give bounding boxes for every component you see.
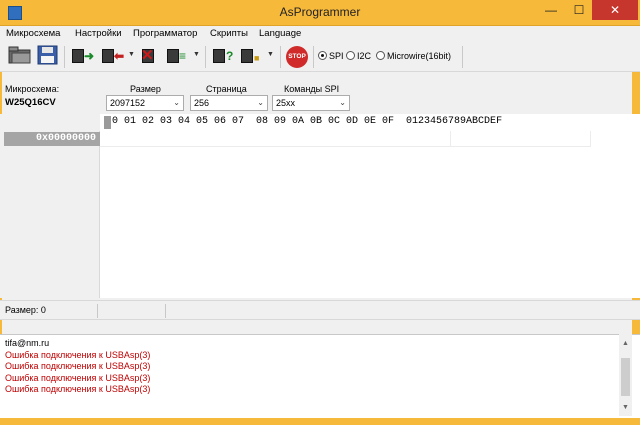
- radio-dot: [318, 51, 327, 60]
- question-icon: ?: [226, 49, 234, 63]
- toolbar-separator: [205, 46, 206, 68]
- chip-icon: [72, 49, 84, 63]
- menu-language[interactable]: Language: [259, 28, 301, 39]
- chip-icon: [167, 49, 179, 63]
- status-separator: [97, 304, 98, 318]
- minimize-button[interactable]: —: [538, 0, 564, 20]
- menu-settings[interactable]: Настройки: [75, 28, 122, 39]
- radio-microwire[interactable]: Microwire(16bit): [376, 51, 451, 61]
- chevron-down-icon: ▼: [267, 51, 274, 58]
- title-bar: AsProgrammer — ☐ ✕: [0, 0, 640, 26]
- menu-chip[interactable]: Микросхема: [6, 28, 60, 39]
- spi-commands-select[interactable]: 25xx ⌄: [272, 95, 350, 111]
- chip-icon: [213, 49, 225, 63]
- log-line: Ошибка подключения к USBAsp(3): [5, 361, 151, 371]
- menu-scripts[interactable]: Скрипты: [210, 28, 248, 39]
- chip-label: Микросхема:: [5, 84, 60, 94]
- chevron-down-icon: ⌄: [173, 98, 180, 107]
- toolbar-separator: [462, 46, 463, 68]
- chip-name: W25Q16CV: [5, 97, 56, 108]
- chip-icon: [241, 49, 253, 63]
- radio-label: Microwire(16bit): [387, 51, 452, 61]
- chevron-down-icon: ▼: [193, 51, 200, 58]
- radio-label: SPI: [329, 51, 344, 61]
- radio-dot: [376, 51, 385, 60]
- radio-label: I2C: [357, 51, 372, 61]
- save-button[interactable]: [37, 45, 59, 67]
- chevron-down-icon: ▼: [128, 51, 135, 58]
- size-value: 2097152: [110, 98, 146, 108]
- page-value: 256: [194, 98, 210, 108]
- hex-column-divider: [590, 131, 591, 147]
- page-label: Страница: [206, 84, 247, 94]
- toolbar: ➜ ⬅ ▼ ✕ ≡ ▼ ? ■ ▼ STOP SPI I2C Microwire…: [0, 42, 640, 72]
- menu-programmer[interactable]: Программатор: [133, 28, 197, 39]
- arrow-left-icon: ⬅: [114, 49, 125, 63]
- erase-chip-button[interactable]: ✕: [138, 45, 162, 67]
- size-select[interactable]: 2097152 ⌄: [106, 95, 184, 111]
- hex-address-cell[interactable]: 0x00000000: [4, 132, 100, 146]
- hex-header-corner: [0, 114, 100, 131]
- status-separator: [165, 304, 166, 318]
- erase-x-icon: ✕: [141, 47, 154, 64]
- chip-icon: [102, 49, 114, 63]
- log-line: Ошибка подключения к USBAsp(3): [5, 384, 151, 394]
- radio-dot: [346, 51, 355, 60]
- toolbar-separator: [64, 46, 65, 68]
- page-select[interactable]: 256 ⌄: [190, 95, 268, 111]
- toolbar-separator: [313, 46, 314, 68]
- log-line: Ошибка подключения к USBAsp(3): [5, 349, 151, 360]
- lock-chip-button[interactable]: ■ ▼: [239, 45, 277, 67]
- spi-commands-label: Команды SPI: [284, 84, 340, 94]
- size-label: Размер: [130, 84, 161, 94]
- open-button[interactable]: [8, 45, 34, 67]
- log-scrollbar[interactable]: ▲ ▼: [619, 334, 632, 416]
- chevron-down-icon: ⌄: [257, 98, 264, 107]
- radio-spi[interactable]: SPI: [318, 51, 344, 61]
- radio-i2c[interactable]: I2C: [346, 51, 371, 61]
- hex-address-column: [0, 131, 100, 298]
- status-bar: Размер: 0: [0, 300, 640, 320]
- spi-commands-value: 25xx: [276, 98, 296, 108]
- chevron-down-icon: ⌄: [339, 98, 346, 107]
- hex-column-divider: [450, 131, 451, 147]
- stop-button[interactable]: STOP: [286, 46, 308, 68]
- hex-row-divider: [100, 146, 590, 147]
- hex-column-header: 0 01 02 03 04 05 06 07 08 09 0A 0B 0C 0D…: [100, 114, 640, 131]
- lock-icon: ■: [254, 53, 260, 63]
- status-size: Размер: 0: [5, 305, 46, 315]
- arrow-right-icon: ➜: [84, 49, 95, 63]
- menu-bar: Микросхема Настройки Программатор Скрипт…: [0, 26, 640, 42]
- hex-cursor: [104, 116, 111, 129]
- scroll-down-icon[interactable]: ▼: [622, 404, 629, 411]
- write-chip-button[interactable]: ⬅ ▼: [100, 45, 136, 67]
- folder-open-icon: [8, 46, 31, 64]
- scroll-thumb[interactable]: [621, 358, 630, 396]
- log-line: tifa@nm.ru: [5, 338, 50, 348]
- floppy-save-icon: [37, 45, 58, 65]
- close-button[interactable]: ✕: [592, 0, 638, 20]
- scroll-up-icon[interactable]: ▲: [622, 340, 629, 347]
- verify-chip-button[interactable]: ≡ ▼: [165, 45, 201, 67]
- read-id-button[interactable]: ?: [211, 45, 237, 67]
- equals-icon: ≡: [179, 49, 187, 63]
- window-border-bottom: [0, 418, 640, 425]
- log-panel[interactable]: tifa@nm.ru Ошибка подключения к USBAsp(3…: [0, 334, 640, 425]
- read-chip-button[interactable]: ➜: [70, 45, 98, 67]
- log-line: Ошибка подключения к USBAsp(3): [5, 372, 151, 383]
- toolbar-separator: [280, 46, 281, 68]
- maximize-button[interactable]: ☐: [566, 0, 592, 20]
